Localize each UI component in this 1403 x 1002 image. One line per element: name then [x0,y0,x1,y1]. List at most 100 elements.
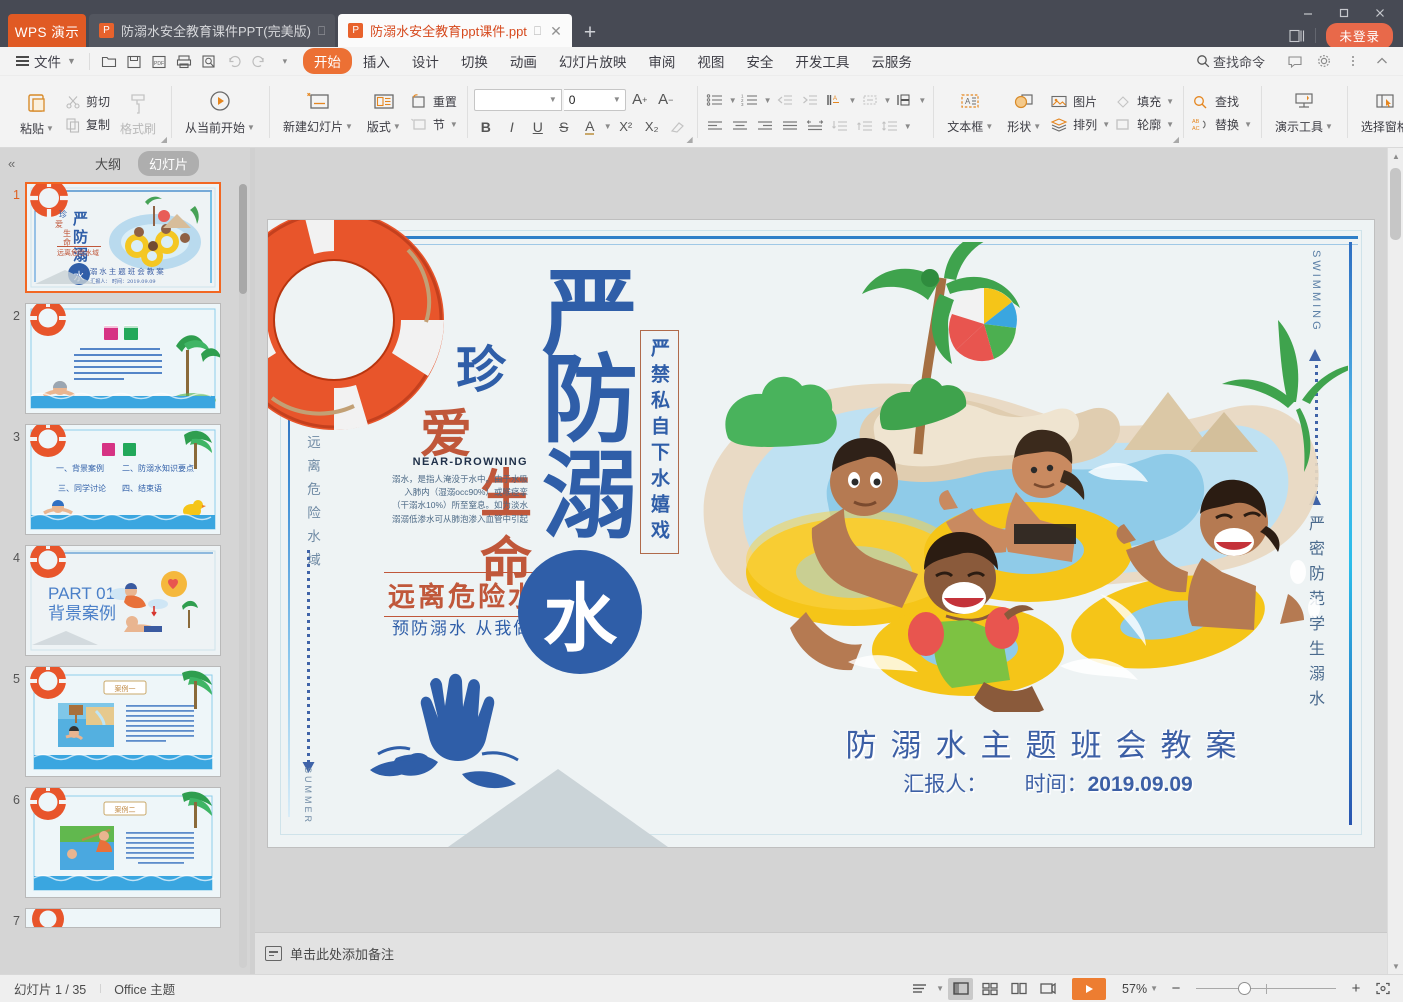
thumbnail-preview-1[interactable]: 严 防 溺 水 珍 爱 生 命 远离危险水域 [25,182,221,293]
font-dialog-launcher[interactable]: ◢ [687,135,693,144]
ribbon-tab-insert[interactable]: 插入 [352,48,401,74]
thumbnail-item-5[interactable]: 5 案例一 [0,666,250,787]
collapse-panel-icon[interactable]: « [8,156,28,171]
more-vertical-icon[interactable] [1340,49,1366,73]
thumbnail-preview-2[interactable] [25,303,221,414]
theme-label[interactable]: Office 主题 [100,979,189,998]
new-tab-button[interactable]: + [572,22,608,47]
chevron-down-icon[interactable]: ▼ [936,984,944,993]
login-status-button[interactable]: 未登录 [1326,23,1393,49]
ribbon-tab-slideshow[interactable]: 幻灯片放映 [548,48,638,74]
distribute-icon[interactable] [804,116,827,137]
replace-button[interactable]: ABAC 替换 ▼ [1192,116,1252,133]
close-icon[interactable]: ✕ [550,24,562,38]
normal-view-icon[interactable] [948,978,973,1000]
zoom-slider[interactable] [1196,981,1336,997]
thumbnail-preview-7[interactable] [25,908,221,928]
settings-gear-icon[interactable] [1311,49,1337,73]
find-command-button[interactable]: 查找命令 [1196,52,1279,71]
slide-canvas[interactable]: 远离危险水域 SUMMER SWIMMING 严密防范学生溺水 严禁私自下水嬉戏… [268,220,1374,847]
document-tab-1[interactable]: P 防溺水安全教育课件PPT(完美版) ⎕ [89,14,335,47]
zoom-out-button[interactable]: − [1166,980,1186,997]
present-tools-button[interactable]: 演示工具▼ [1268,79,1340,147]
wps-app-badge[interactable]: WPS 演示 [8,14,86,47]
thumbnail-item-7[interactable]: 7 [0,908,250,938]
tab-slides[interactable]: 幻灯片 [138,151,199,176]
textbox-button[interactable]: A 文本框▼ [940,79,1000,147]
notes-pane[interactable]: 单击此处添加备注 [255,932,1387,974]
zoom-slider-handle[interactable] [1238,982,1251,995]
ribbon-tab-home[interactable]: 开始 [303,48,352,74]
align-right-icon[interactable] [754,116,777,137]
new-slide-button[interactable]: 新建幻灯片▼ [276,79,360,147]
slide-sorter-icon[interactable] [977,978,1002,1000]
layout-button[interactable]: 版式▼ [360,79,408,147]
ribbon-tab-security[interactable]: 安全 [735,48,784,74]
zoom-level-label[interactable]: 57% ▼ [1118,982,1162,996]
slideshow-play-button[interactable] [1072,978,1106,1000]
scroll-down-icon[interactable]: ▼ [1388,958,1403,974]
font-size-input[interactable]: 0 ▼ [564,89,626,111]
text-direction-icon[interactable]: A [824,90,847,111]
slide-canvas-area[interactable]: 远离危险水域 SUMMER SWIMMING 严密防范学生溺水 严禁私自下水嬉戏… [255,148,1387,932]
clipboard-dialog-launcher[interactable]: ◢ [161,135,167,144]
ribbon-tab-devtools[interactable]: 开发工具 [784,48,860,74]
shape-button[interactable]: 形状▼ [1000,79,1048,147]
save-icon[interactable] [122,50,147,72]
thumbnail-item-4[interactable]: 4 PART 01 背景案例 [0,545,250,666]
fit-to-window-icon[interactable] [1370,978,1395,1000]
split-view-icon[interactable] [1289,29,1305,43]
thumbnail-preview-5[interactable]: 案例一 [25,666,221,777]
ribbon-tab-design[interactable]: 设计 [401,48,450,74]
comment-icon[interactable] [1282,49,1308,73]
drawing-dialog-launcher[interactable]: ◢ [1173,135,1179,144]
print-icon[interactable] [172,50,197,72]
quick-access-more-icon[interactable]: ▾ [272,50,297,72]
scroll-up-icon[interactable]: ▲ [1388,148,1403,164]
font-name-input[interactable]: ▼ [474,89,562,111]
ribbon-tab-view[interactable]: 视图 [686,48,735,74]
find-button[interactable]: 查找 [1192,93,1252,110]
maximize-icon[interactable] [1327,1,1361,25]
scrollbar-thumb[interactable] [239,184,247,294]
scrollbar-thumb[interactable] [1390,168,1401,240]
vertical-scrollbar[interactable]: ▲ ▼ [1387,148,1403,974]
collapse-ribbon-icon[interactable] [1369,49,1395,73]
thumbnail-item-6[interactable]: 6 案例二 [0,787,250,908]
selection-pane-button[interactable]: 选择窗格 [1354,79,1403,147]
align-center-icon[interactable] [729,116,752,137]
thumbnail-item-2[interactable]: 2 [0,303,250,424]
zoom-in-button[interactable]: + [1346,980,1366,997]
thumbnail-preview-4[interactable]: PART 01 背景案例 [25,545,221,656]
arrange-button[interactable]: 排列 ▼ [1050,116,1110,133]
text-layout-icon[interactable] [893,90,916,111]
bullets-icon[interactable] [704,90,727,111]
print-preview-icon[interactable] [197,50,222,72]
thumbnail-list[interactable]: 1 严 防 溺 水 [0,178,250,974]
reset-button[interactable]: 重置 [410,93,458,110]
thumbnail-preview-3[interactable]: 一、背景案例 二、防溺水知识要点 三、同学讨论 四、结束语 [25,424,221,535]
close-icon[interactable] [1363,1,1397,25]
ribbon-tab-review[interactable]: 审阅 [637,48,686,74]
export-pdf-icon[interactable]: PDF [147,50,172,72]
thumbnail-scrollbar[interactable] [239,184,247,968]
document-tab-2[interactable]: P 防溺水安全教育ppt课件.ppt ⎕ ✕ [338,14,572,47]
ribbon-tab-cloud[interactable]: 云服务 [860,48,923,74]
minimize-icon[interactable] [1291,1,1325,25]
file-menu-button[interactable]: 文件 ▼ [10,51,82,71]
justify-icon[interactable] [779,116,802,137]
thumbnail-item-1[interactable]: 1 严 防 溺 水 [0,182,250,303]
picture-button[interactable]: 图片 [1050,93,1110,110]
presenter-view-icon[interactable] [1035,978,1060,1000]
align-left-icon[interactable] [704,116,727,137]
tab-preview-icon[interactable]: ⎕ [318,25,325,37]
numbering-icon[interactable]: 123 [739,90,762,111]
ribbon-tab-transitions[interactable]: 切换 [450,48,499,74]
tab-preview-icon[interactable]: ⎕ [534,25,541,37]
thumbnail-item-3[interactable]: 3 一、背景案例 [0,424,250,545]
reading-view-icon[interactable] [1006,978,1031,1000]
ribbon-tab-animations[interactable]: 动画 [499,48,548,74]
notes-view-icon[interactable] [907,978,932,1000]
start-from-current-button[interactable]: 从当前开始▼ [178,79,262,147]
open-icon[interactable] [97,50,122,72]
